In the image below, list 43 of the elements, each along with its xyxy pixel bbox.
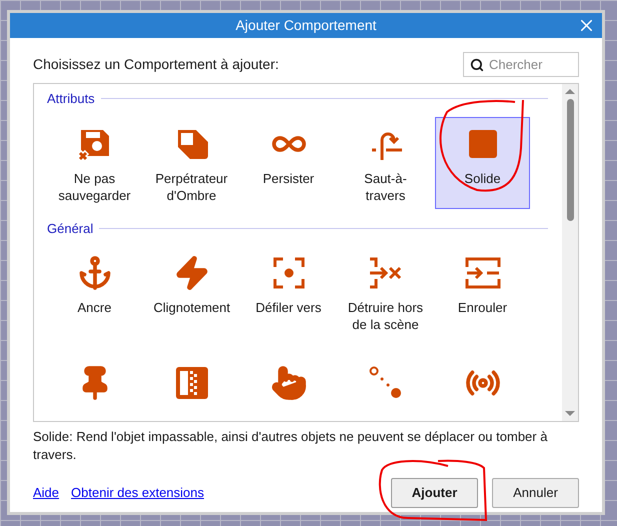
behavior-label: Perpétrateur d'Ombre <box>154 170 229 204</box>
behavior-label: Clignotement <box>154 299 230 316</box>
behavior-item[interactable]: Défiler vers <box>241 246 336 338</box>
behavior-item[interactable]: Clignotement <box>144 246 239 338</box>
window-title: Ajouter Comportement <box>236 16 376 35</box>
target-frame-icon <box>270 255 306 291</box>
behavior-item[interactable]: Solide <box>435 116 530 208</box>
link[interactable]: Obtenir des extensions <box>71 483 204 503</box>
scroll-up-icon[interactable] <box>565 89 575 94</box>
behavior-item[interactable]: Ancre <box>47 246 142 338</box>
scroll-down-icon[interactable] <box>565 411 575 416</box>
behavior-item[interactable]: Détruire hors de la scène <box>338 246 433 338</box>
search-icon <box>470 58 484 72</box>
behavior-item[interactable]: Enrouler <box>435 246 530 338</box>
behavior-label: Ne pas sauvegarder <box>57 170 132 204</box>
behavior-item[interactable]: Perpétrateur d'Ombre <box>144 116 239 208</box>
fade-icon <box>174 365 210 401</box>
add-button[interactable]: Ajouter <box>391 478 478 508</box>
lightning-icon <box>174 255 210 291</box>
anchor-icon <box>76 255 112 291</box>
behavior-item[interactable]: Saut-à-travers <box>338 116 433 208</box>
behavior-label: Enrouler <box>456 299 508 316</box>
behavior-label: Détruire hors de la scène <box>348 299 424 333</box>
description-text: Solide: Rend l'objet impassable, ainsi d'autres objets ne peuvent se déplacer ou tomber à travers. <box>33 428 548 464</box>
prompt-text: Choisissez un Comportement à ajouter: <box>33 55 279 74</box>
wrap-arrow-icon <box>464 255 500 291</box>
behavior-label: Solide <box>463 170 502 186</box>
scrollbar[interactable] <box>562 84 578 421</box>
section-heading: Attributs <box>47 90 95 108</box>
behavior-label: Ancre <box>76 299 112 316</box>
behavior-item[interactable]: Ne pas sauvegarder <box>47 116 142 208</box>
hand-pointer-icon <box>270 365 306 401</box>
arrow-cross-icon <box>368 255 404 291</box>
behavior-label: Persister <box>262 170 316 186</box>
dotted-path-icon <box>368 365 404 401</box>
scroll-thumb[interactable] <box>566 99 574 221</box>
behavior-label: Défiler vers <box>254 299 322 316</box>
behavior-label: Saut-à-travers <box>363 170 408 204</box>
cancel-button[interactable]: Annuler <box>492 478 579 508</box>
link[interactable]: Aide <box>33 483 60 503</box>
section-heading: Général <box>47 220 94 238</box>
behavior-item[interactable]: Persister <box>241 116 336 208</box>
search-field[interactable]: Chercher <box>463 52 579 77</box>
